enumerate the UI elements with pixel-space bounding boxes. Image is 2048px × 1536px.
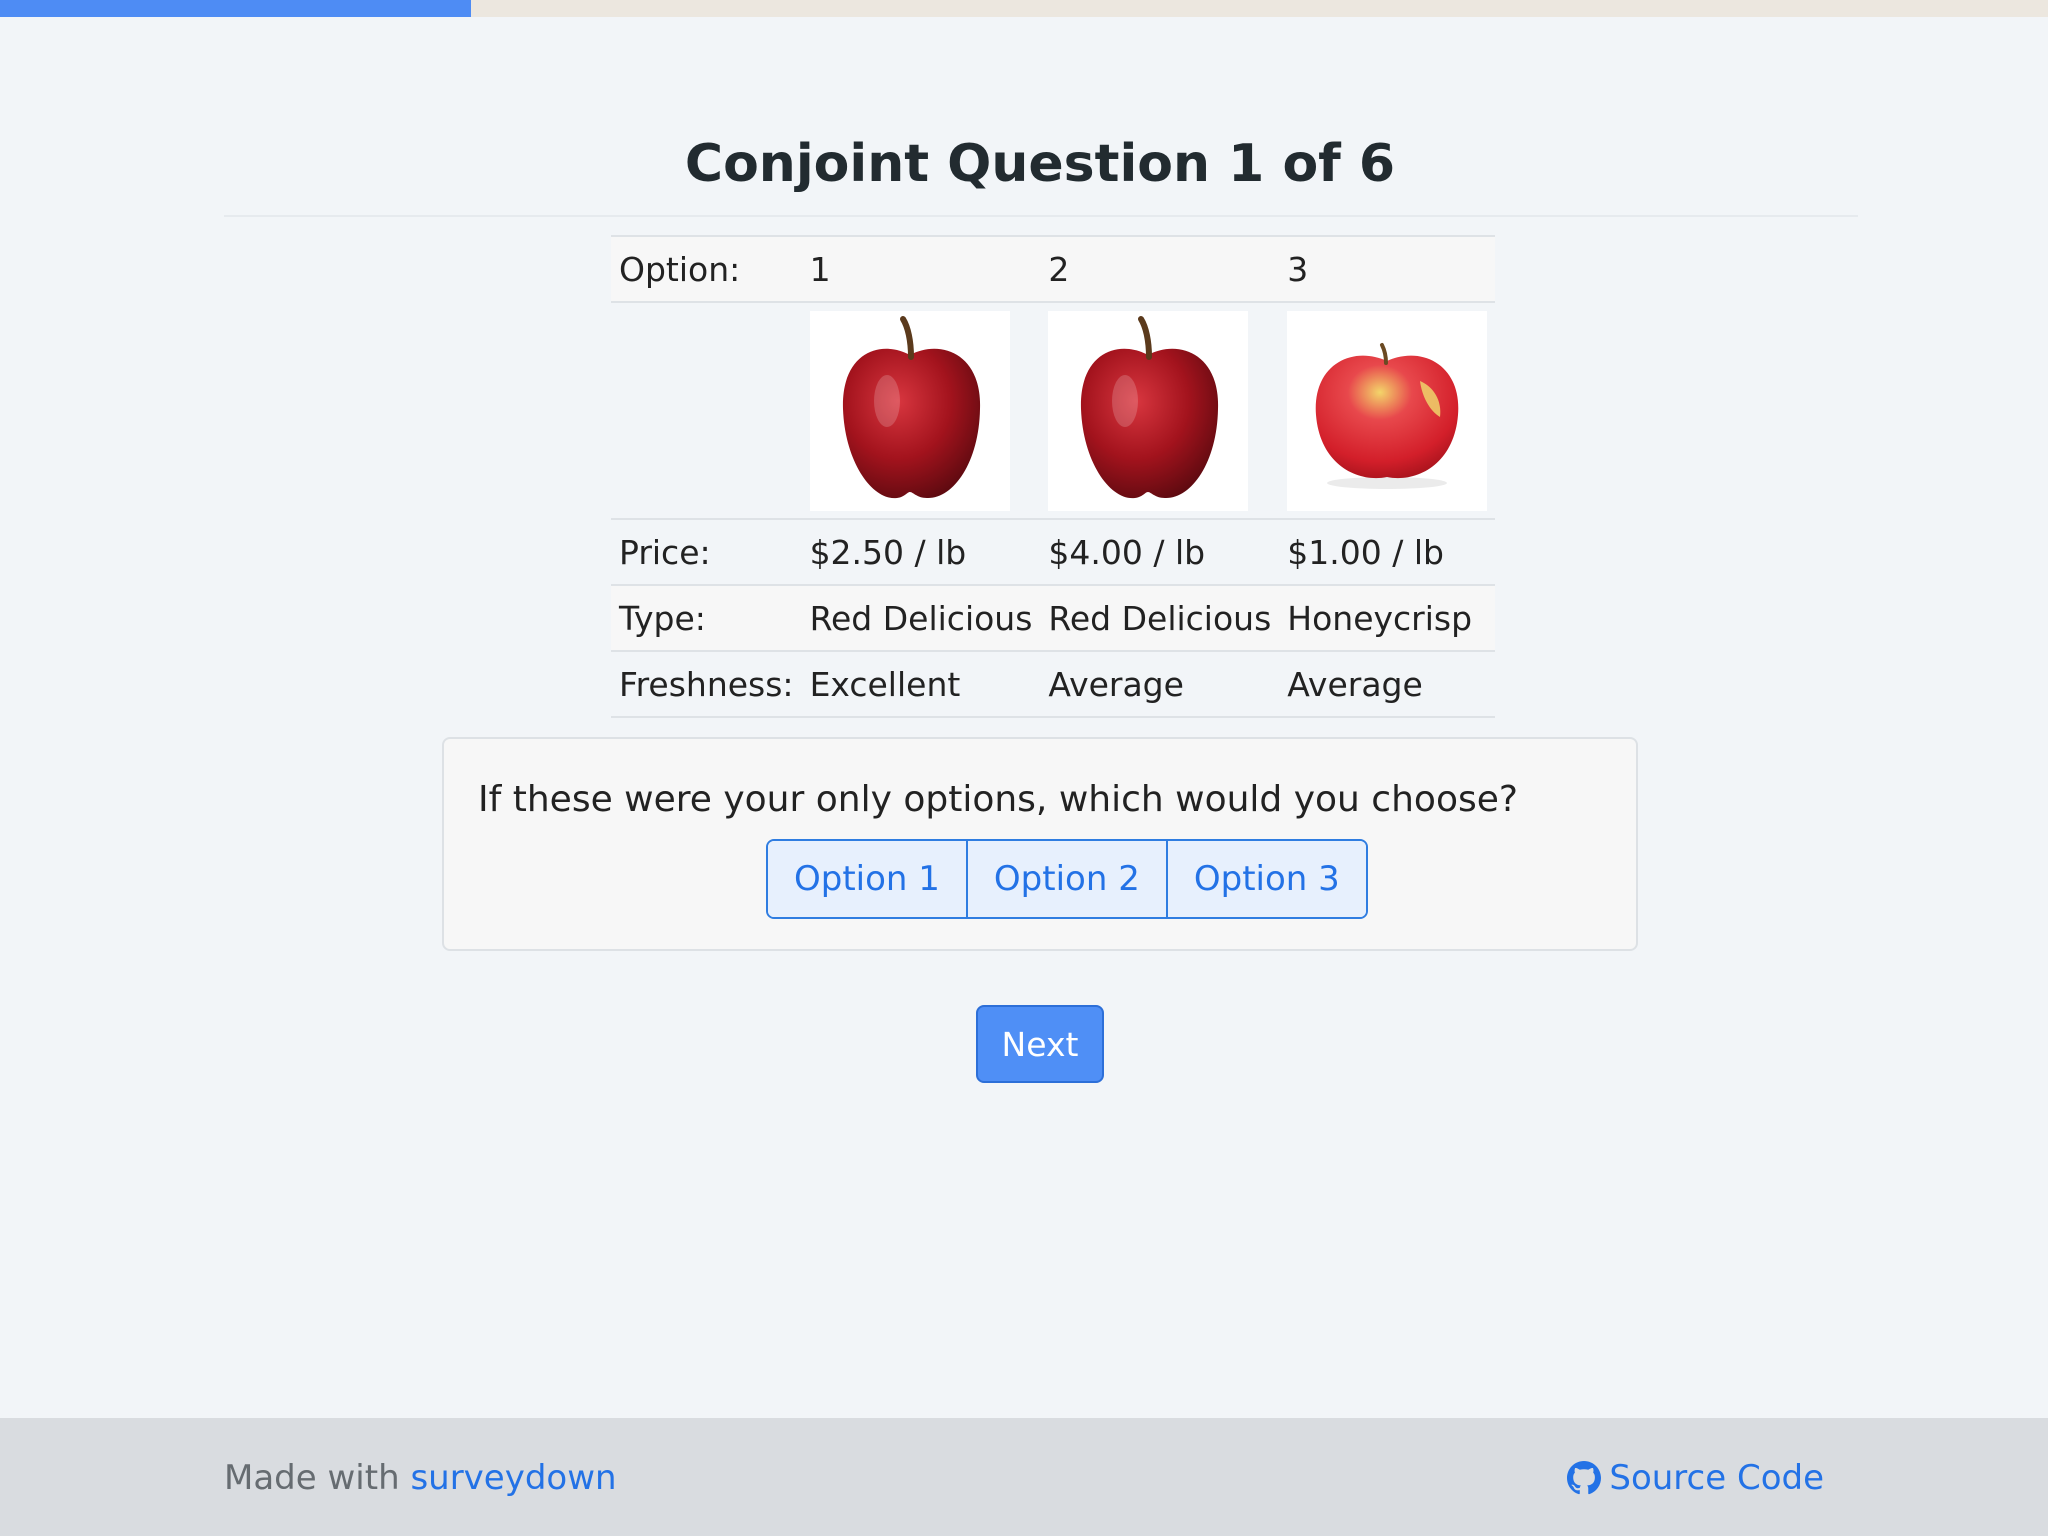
option-number-1: 1	[801, 235, 1041, 303]
option-1-button[interactable]: Option 1	[768, 841, 966, 917]
title-divider	[224, 215, 1858, 217]
table-row-price: Price: $2.50 / lb $4.00 / lb $1.00 / lb	[611, 518, 1496, 586]
apple-red-icon	[1081, 316, 1219, 499]
apple-red-icon	[842, 316, 980, 499]
type-option-3: Honeycrisp	[1279, 584, 1496, 652]
type-option-1: Red Delicious	[801, 584, 1041, 652]
row-label-freshness: Freshness:	[611, 650, 802, 718]
progress-bar-fill	[0, 0, 472, 17]
footer-made-with-text: Made with	[224, 1458, 400, 1498]
freshness-option-2: Average	[1040, 650, 1280, 718]
image-row-spacer	[611, 302, 802, 519]
question-text: If these were your only options, which w…	[478, 779, 1518, 820]
apple-honeycrisp-icon	[1316, 342, 1459, 489]
conjoint-table: Option: 1 2 3 Price: $2.50 / lb $4.00 / …	[611, 235, 1496, 718]
row-label-price: Price:	[611, 518, 802, 586]
choice-button-group: Option 1 Option 2 Option 3	[766, 839, 1368, 919]
surveydown-link[interactable]: surveydown	[410, 1458, 616, 1498]
next-button[interactable]: Next	[976, 1005, 1104, 1083]
red-delicious-apple-image	[809, 310, 1010, 511]
option-number-2: 2	[1040, 235, 1280, 303]
table-row-freshness: Freshness: Excellent Average Average	[611, 650, 1496, 718]
source-code-link-container: Source Code	[1567, 1458, 1824, 1498]
source-code-link[interactable]: Source Code	[1609, 1458, 1824, 1498]
freshness-option-3: Average	[1279, 650, 1496, 718]
table-row-option: Option: 1 2 3	[611, 235, 1496, 303]
table-row-images	[611, 302, 1496, 519]
price-option-1: $2.50 / lb	[801, 518, 1041, 586]
row-label-option: Option:	[611, 235, 802, 303]
type-option-2: Red Delicious	[1040, 584, 1280, 652]
footer: Made with surveydown Source Code	[0, 1418, 2048, 1536]
footer-credit: Made with surveydown	[224, 1458, 617, 1498]
progress-bar	[0, 0, 2048, 17]
table-row-type: Type: Red Delicious Red Delicious Honeyc…	[611, 584, 1496, 652]
option-3-button[interactable]: Option 3	[1165, 841, 1366, 917]
option-number-3: 3	[1279, 235, 1496, 303]
freshness-option-1: Excellent	[801, 650, 1041, 718]
honeycrisp-apple-image	[1287, 310, 1488, 511]
question-card: If these were your only options, which w…	[442, 737, 1638, 951]
red-delicious-apple-image	[1048, 310, 1249, 511]
price-option-2: $4.00 / lb	[1040, 518, 1280, 586]
row-label-type: Type:	[611, 584, 802, 652]
github-icon[interactable]	[1567, 1461, 1602, 1495]
page-title: Conjoint Question 1 of 6	[684, 134, 1396, 194]
option-2-button[interactable]: Option 2	[965, 841, 1166, 917]
price-option-3: $1.00 / lb	[1279, 518, 1496, 586]
